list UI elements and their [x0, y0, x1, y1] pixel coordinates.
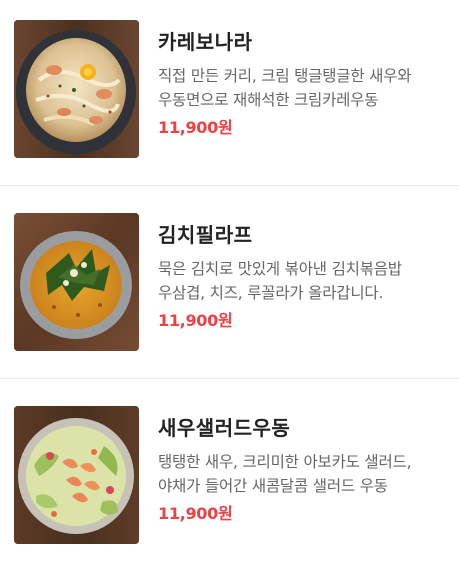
menu-item-shrimp-salad-udon[interactable]: 새우샐러드우동 탱탱한 새우, 크리미한 아보카도 샐러드, 야채가 들어간 새… — [0, 386, 459, 564]
menu-item-price: 11,900원 — [158, 311, 233, 330]
menu-item-price: 11,900원 — [158, 118, 233, 137]
menu-item-description: 묵은 김치로 맛있게 볶아낸 김치볶음밥 우삼겹, 치즈, 루꼴라가 올라갑니다… — [158, 260, 402, 302]
menu-item-photo[interactable] — [14, 20, 139, 158]
carbonara-photo-image — [14, 20, 139, 158]
menu-item-name: 카레보나라 — [158, 30, 253, 54]
menu-item-carbonara[interactable]: 카레보나라 직접 만든 커리, 크림 탱글탱글한 새우와 우동면으로 재해석한 … — [0, 0, 459, 186]
menu-item-info: 카레보나라 직접 만든 커리, 크림 탱글탱글한 새우와 우동면으로 재해석한 … — [158, 28, 453, 139]
kimchi-pilaf-photo-image — [14, 213, 139, 351]
menu-item-kimchi-pilaf[interactable]: 김치필라프 묵은 김치로 맛있게 볶아낸 김치볶음밥 우삼겹, 치즈, 루꼴라가… — [0, 193, 459, 379]
shrimp-salad-photo-image — [14, 406, 139, 544]
menu-item-info: 새우샐러드우동 탱탱한 새우, 크리미한 아보카도 샐러드, 야채가 들어간 새… — [158, 414, 453, 525]
menu-item-photo[interactable] — [14, 406, 139, 544]
menu-item-name: 김치필라프 — [158, 223, 253, 247]
menu-item-price: 11,900원 — [158, 504, 233, 523]
menu-item-info: 김치필라프 묵은 김치로 맛있게 볶아낸 김치볶음밥 우삼겹, 치즈, 루꼴라가… — [158, 221, 453, 332]
menu-item-description: 직접 만든 커리, 크림 탱글탱글한 새우와 우동면으로 재해석한 크림카레우동 — [158, 67, 412, 109]
menu-item-name: 새우샐러드우동 — [158, 416, 291, 440]
menu-item-description: 탱탱한 새우, 크리미한 아보카도 샐러드, 야채가 들어간 새콤달콤 샐러드 … — [158, 453, 412, 495]
menu-list: 카레보나라 직접 만든 커리, 크림 탱글탱글한 새우와 우동면으로 재해석한 … — [0, 0, 459, 564]
menu-item-photo[interactable] — [14, 213, 139, 351]
